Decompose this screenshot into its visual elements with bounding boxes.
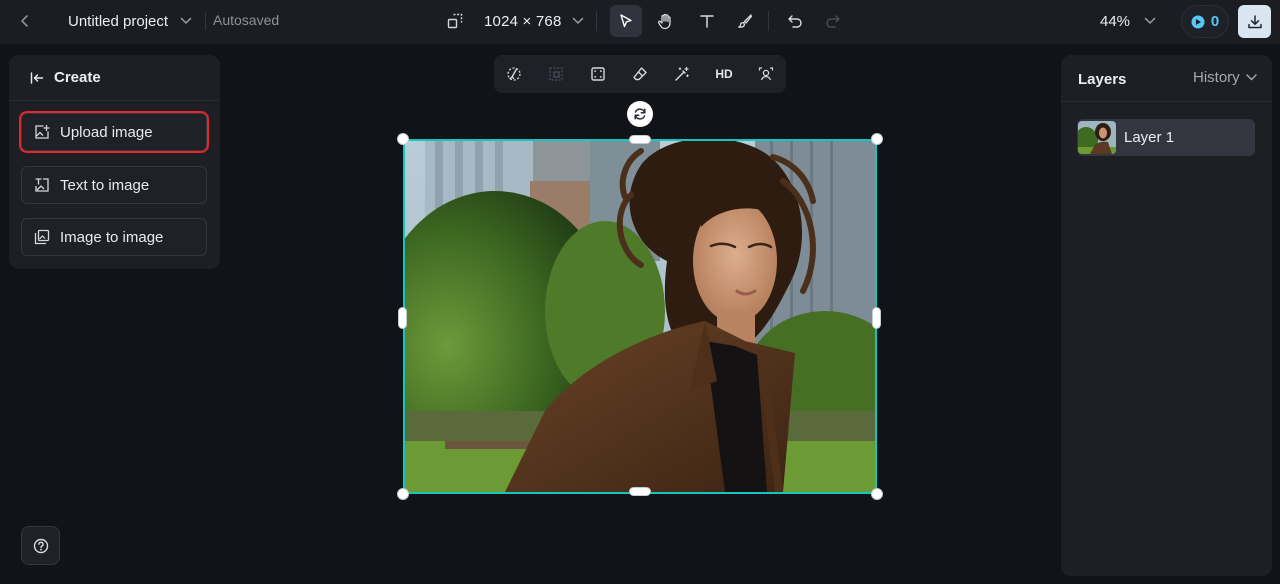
collapse-left-icon	[30, 71, 44, 84]
create-header[interactable]: Create	[9, 55, 220, 101]
canvas-photo[interactable]	[405, 141, 875, 492]
face-icon	[758, 67, 774, 81]
credit-icon	[1191, 15, 1205, 28]
credit-count: 0	[1210, 13, 1220, 30]
text-to-image-button[interactable]: Text to image	[21, 166, 207, 204]
canvas-size-dropdown[interactable]: 1024 × 768	[476, 8, 592, 34]
help-icon	[33, 538, 48, 553]
eraser-button[interactable]	[626, 61, 654, 87]
credits-badge[interactable]: 0	[1181, 5, 1229, 38]
redo-icon	[826, 15, 840, 28]
resize-handle-bottom[interactable]	[629, 487, 651, 496]
history-tab[interactable]: History	[1193, 69, 1257, 86]
magic-wand-button[interactable]	[668, 61, 696, 87]
expand-icon	[591, 67, 605, 81]
chevron-down-icon	[180, 17, 192, 25]
divider	[205, 12, 206, 30]
upload-image-icon	[35, 124, 50, 139]
resize-handle-right[interactable]	[872, 307, 881, 329]
canvas-size: 1024 × 768	[484, 12, 562, 30]
image-to-image-button[interactable]: Image to image	[21, 218, 207, 256]
layer-name: Layer 1	[1124, 129, 1175, 146]
portrait-photo	[405, 141, 875, 492]
resize-icon	[447, 13, 463, 29]
undo-icon	[788, 15, 802, 28]
rotate-handle[interactable]	[627, 101, 653, 127]
divider	[768, 11, 769, 31]
remove-background-icon	[507, 67, 521, 81]
image-to-image-label: Image to image	[60, 228, 164, 246]
face-retouch-button[interactable]	[752, 61, 780, 87]
layer-item[interactable]: Layer 1	[1077, 119, 1255, 156]
chevron-down-icon	[572, 17, 583, 25]
expand-button[interactable]	[584, 61, 612, 87]
hd-upscale-button[interactable]: HD	[710, 61, 738, 87]
layers-tab[interactable]: Layers	[1078, 71, 1126, 88]
hand-icon	[657, 13, 671, 29]
resize-handle-left[interactable]	[398, 307, 407, 329]
resize-handle-bottom-left[interactable]	[397, 488, 409, 500]
crop-icon	[549, 67, 563, 81]
hand-tool-button[interactable]	[649, 5, 681, 37]
chevron-left-icon	[21, 15, 28, 27]
create-title: Create	[54, 69, 101, 86]
redo-button[interactable]	[817, 5, 849, 37]
text-tool-button[interactable]	[691, 5, 723, 37]
autosave-status: Autosaved	[213, 12, 280, 28]
project-name-dropdown[interactable]: Untitled project	[60, 7, 200, 35]
upload-image-label: Upload image	[60, 123, 153, 141]
hd-label: HD	[715, 67, 733, 81]
canvas-image-selection[interactable]	[397, 133, 883, 500]
undo-button[interactable]	[779, 5, 811, 37]
zoom-dropdown[interactable]: 44%	[1100, 8, 1156, 34]
layers-header: Layers History	[1061, 55, 1272, 102]
chevron-down-icon	[1245, 74, 1257, 81]
top-bar: Untitled project Autosaved 1024 × 768 44…	[0, 0, 1280, 44]
cursor-icon	[620, 14, 632, 28]
back-button[interactable]	[12, 6, 38, 36]
download-button[interactable]	[1238, 5, 1271, 38]
create-panel: Create Upload image Text to image Image …	[9, 55, 220, 269]
crop-button[interactable]	[542, 61, 570, 87]
image-to-image-icon	[34, 229, 50, 245]
resize-handle-bottom-right[interactable]	[871, 488, 883, 500]
text-to-image-label: Text to image	[60, 176, 150, 194]
resize-handle-top[interactable]	[629, 135, 651, 144]
text-to-image-icon	[35, 178, 49, 192]
project-name: Untitled project	[68, 12, 169, 30]
zoom-level: 44%	[1100, 12, 1131, 30]
divider	[596, 11, 597, 31]
history-label: History	[1193, 69, 1240, 86]
text-icon	[700, 15, 714, 28]
help-button[interactable]	[21, 526, 60, 565]
resize-canvas-button[interactable]	[444, 10, 466, 32]
eraser-icon	[633, 67, 647, 81]
magic-wand-icon	[675, 66, 689, 81]
download-icon	[1247, 14, 1262, 28]
brush-icon	[738, 14, 753, 28]
brush-tool-button[interactable]	[729, 5, 761, 37]
upload-image-button[interactable]: Upload image	[19, 111, 209, 153]
rotate-icon	[634, 108, 646, 120]
chevron-down-icon	[1144, 17, 1156, 25]
layer-thumbnail	[1078, 121, 1116, 154]
image-toolbar: HD	[494, 55, 786, 93]
layers-panel: Layers History Layer 1	[1061, 55, 1272, 576]
resize-handle-top-right[interactable]	[871, 133, 883, 145]
resize-handle-top-left[interactable]	[397, 133, 409, 145]
remove-background-button[interactable]	[500, 61, 528, 87]
select-tool-button[interactable]	[610, 5, 642, 37]
